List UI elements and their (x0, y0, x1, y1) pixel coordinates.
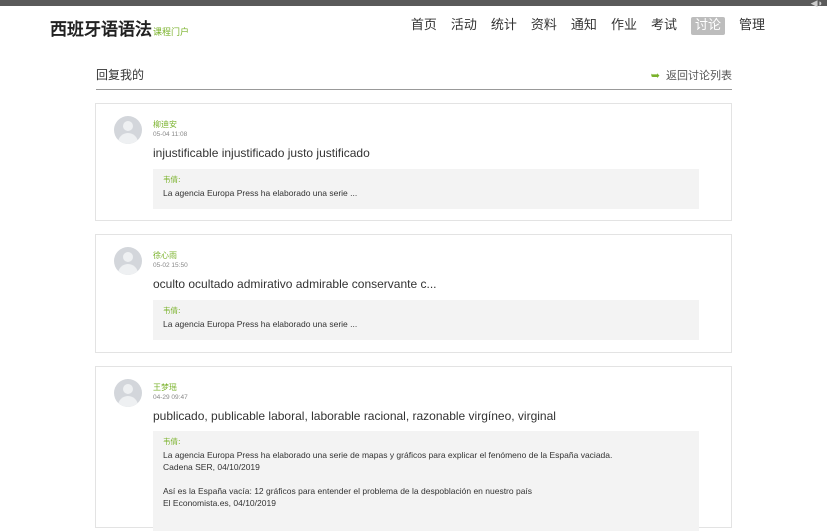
quoted-text-spacer (163, 473, 689, 485)
nav-item-exams[interactable]: 考试 (651, 17, 677, 35)
nav-item-discussion[interactable]: 讨论 (690, 17, 725, 35)
page-title: 回复我的 (96, 68, 145, 82)
nav-item-manage[interactable]: 管理 (739, 17, 765, 35)
return-arrow-icon: ➥ (650, 69, 660, 82)
quoted-text-line: Así es la España vacía: 12 gráficos para… (163, 486, 533, 496)
avatar[interactable] (114, 247, 142, 275)
brand-title: 西班牙语语法 (50, 20, 152, 40)
reply-username[interactable]: 柳迪安 (153, 119, 177, 130)
reply-content[interactable]: publicado, publicable laboral, laborable… (153, 409, 556, 423)
back-to-list-link[interactable]: ➥ 返回讨论列表 (651, 67, 732, 83)
reply-username[interactable]: 徐心雨 (153, 250, 177, 261)
nav-item-materials[interactable]: 资料 (531, 17, 557, 35)
reply-content[interactable]: injustificable injustificado justo justi… (153, 146, 370, 160)
page-header: 回复我的 ➥ 返回讨论列表 (96, 62, 732, 90)
reply-timestamp: 05-04 11:08 (153, 131, 188, 138)
quoted-post[interactable]: 韦倩: La agencia Europa Press ha elaborado… (153, 431, 699, 531)
nav-item-statistics[interactable]: 统计 (491, 17, 517, 35)
quoted-author: 韦倩: (163, 306, 181, 315)
nav-item-notices[interactable]: 通知 (571, 17, 597, 35)
nav-item-activities[interactable]: 活动 (451, 17, 477, 35)
reply-card: 柳迪安 05-04 11:08 injustificable injustifi… (95, 103, 732, 221)
brand-subtitle: 课程门户 (153, 28, 190, 38)
main-nav: 首页 活动 统计 资料 通知 作业 考试 讨论 管理 (411, 17, 765, 35)
reply-timestamp: 05-02 15:50 (153, 262, 188, 269)
quoted-post[interactable]: 韦倩: La agencia Europa Press ha elaborado… (153, 169, 699, 209)
nav-item-home[interactable]: 首页 (411, 17, 437, 35)
quoted-text: La agencia Europa Press ha elaborado una… (163, 319, 358, 329)
reply-timestamp: 04-29 09:47 (153, 394, 188, 401)
reply-card: 徐心雨 05-02 15:50 oculto ocultado admirati… (95, 234, 732, 353)
quoted-text-line: La agencia Europa Press ha elaborado una… (163, 450, 613, 460)
back-label: 返回讨论列表 (666, 69, 732, 82)
quoted-text-line: Cadena SER, 04/10/2019 (163, 462, 260, 472)
reply-card: 王梦瑶 04-29 09:47 publicado, publicable la… (95, 366, 732, 531)
reply-content[interactable]: oculto ocultado admirativo admirable con… (153, 277, 436, 291)
quoted-author: 韦倩: (163, 175, 181, 184)
quoted-text-line: El Economista.es, 04/10/2019 (163, 498, 276, 508)
site-header: 西班牙语语法课程门户 首页 活动 统计 资料 通知 作业 考试 讨论 管理 (0, 6, 827, 44)
site-brand[interactable]: 西班牙语语法课程门户 (50, 15, 189, 40)
avatar[interactable] (114, 379, 142, 407)
nav-item-homework[interactable]: 作业 (611, 17, 637, 35)
quoted-text: La agencia Europa Press ha elaborado una… (163, 188, 358, 198)
reply-username[interactable]: 王梦瑶 (153, 382, 177, 393)
avatar[interactable] (114, 116, 142, 144)
quoted-author: 韦倩: (163, 437, 181, 446)
quoted-post[interactable]: 韦倩: La agencia Europa Press ha elaborado… (153, 300, 699, 340)
